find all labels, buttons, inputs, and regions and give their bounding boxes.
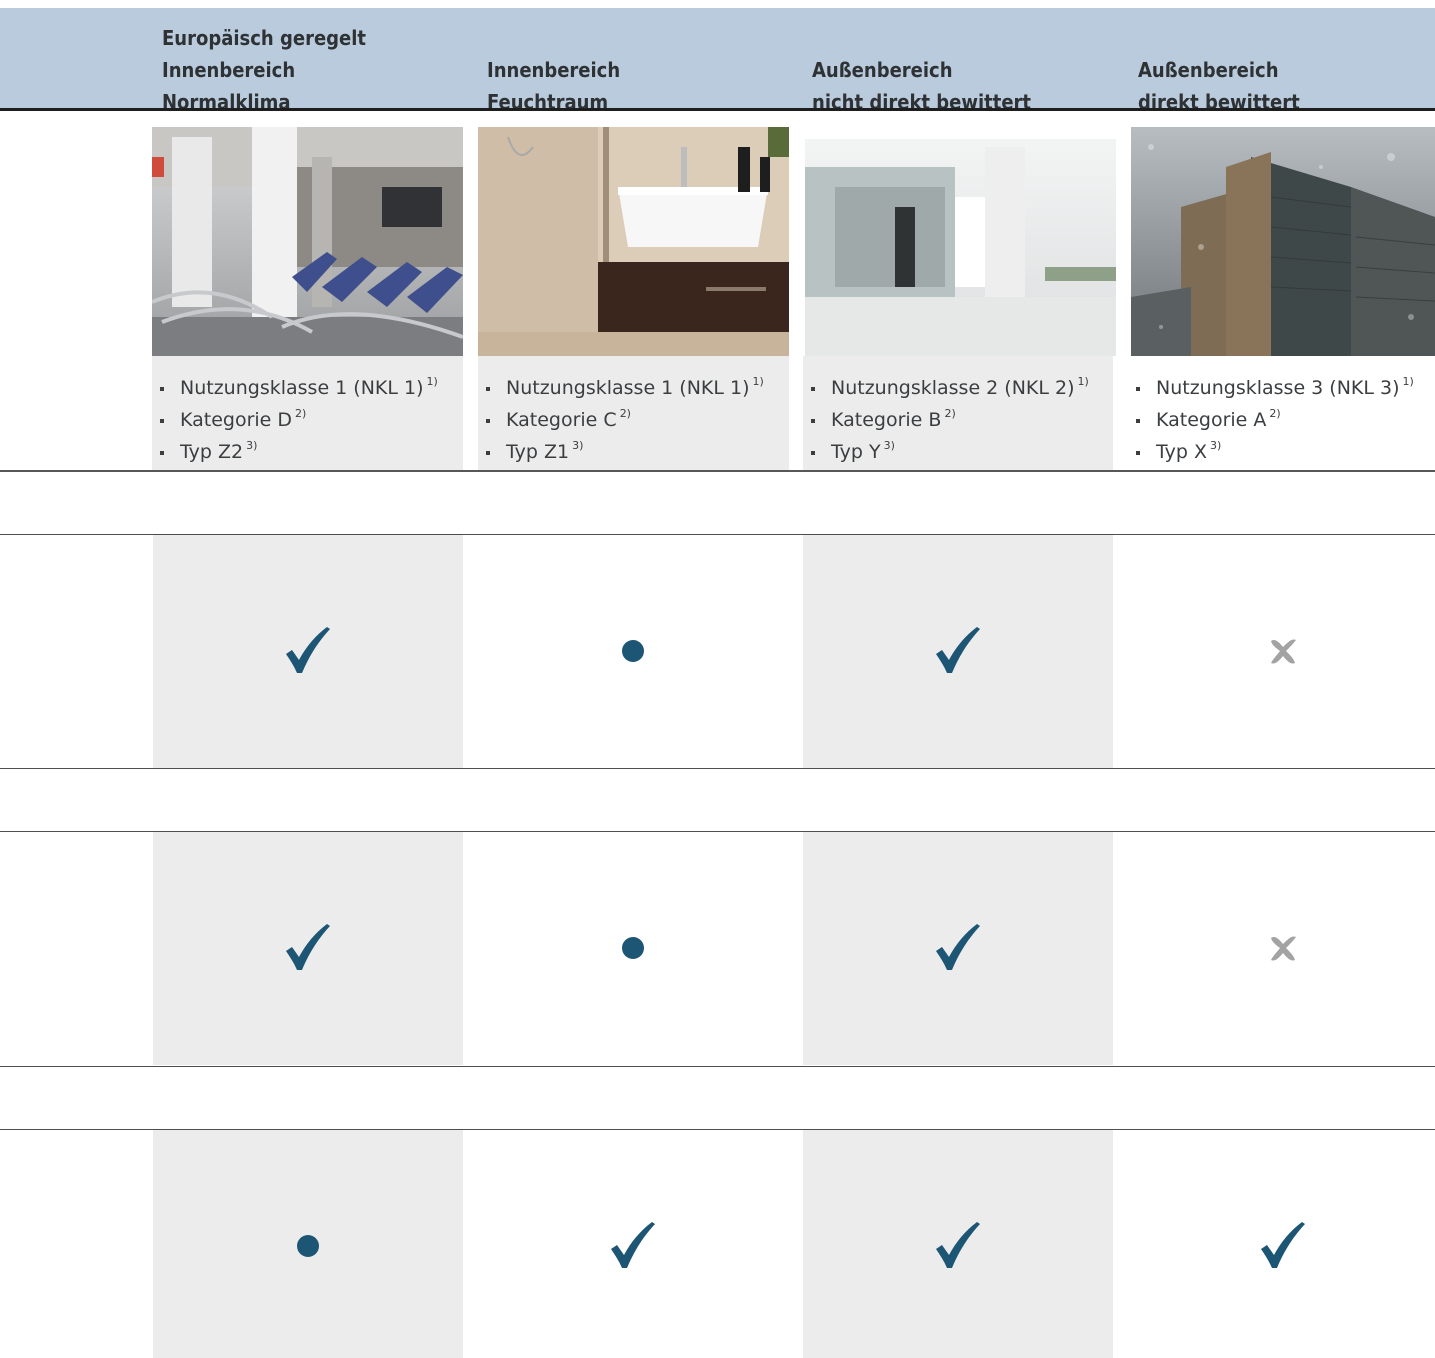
info-rule: [0, 470, 1435, 472]
header-col-1-line-2: Innenbereich: [162, 58, 296, 82]
check-icon: [1261, 1222, 1305, 1268]
list-item: Typ Y 3): [803, 436, 1113, 468]
list-item: Nutzungsklasse 1 (NKL 1) 1): [478, 372, 789, 404]
row-divider: [0, 768, 1435, 769]
bullet-icon: [1136, 419, 1140, 423]
check-icon: [936, 627, 980, 673]
info-box-col-3: Nutzungsklasse 2 (NKL 2) 1) Kategorie B 2)…: [803, 356, 1113, 470]
atrium-photo: [805, 127, 1116, 356]
bullet-list: Nutzungsklasse 1 (NKL 1) 1) Kategorie D 2)…: [152, 356, 463, 468]
header-col-3-line-2: nicht direkt bewittert: [812, 90, 1032, 114]
bullet-icon: [160, 419, 164, 423]
list-item: Kategorie D 2): [152, 404, 463, 436]
waiting-hall-photo: [152, 127, 463, 356]
header-col-1: Europäisch geregelt Innenbereich Normalk…: [162, 22, 366, 118]
list-item: Typ Z2 3): [152, 436, 463, 468]
list-item: Typ Z1 3): [478, 436, 789, 468]
check-icon: [286, 924, 330, 970]
info-box-col-1: Nutzungsklasse 1 (NKL 1) 1) Kategorie D 2)…: [152, 356, 463, 470]
list-item: Kategorie C 2): [478, 404, 789, 436]
bathroom-photo: [478, 127, 789, 356]
bullet-icon: [811, 387, 815, 391]
dot-icon: [297, 1235, 319, 1257]
header-col-1-line-3: Normalklima: [162, 90, 291, 114]
check-icon: [936, 924, 980, 970]
list-item: Nutzungsklasse 3 (NKL 3) 1): [1128, 372, 1435, 404]
bullet-icon: [160, 387, 164, 391]
row-divider: [0, 1066, 1435, 1067]
building-in-rain-photo: [1131, 127, 1435, 356]
bullet-icon: [1136, 451, 1140, 455]
header-col-1-line-1: Europäisch geregelt: [162, 26, 367, 50]
bullet-icon: [160, 451, 164, 455]
header-col-4-line-1: Außenbereich: [1138, 58, 1279, 82]
bullet-icon: [811, 451, 815, 455]
header-col-2-line-1: Innenbereich: [487, 58, 621, 82]
header-col-3-line-1: Außenbereich: [812, 58, 953, 82]
info-box-col-4: Nutzungsklasse 3 (NKL 3) 1) Kategorie A 2)…: [1128, 356, 1435, 470]
bullet-list: Nutzungsklasse 2 (NKL 2) 1) Kategorie B 2)…: [803, 356, 1113, 468]
list-item: Nutzungsklasse 1 (NKL 1) 1): [152, 372, 463, 404]
bullet-icon: [486, 451, 490, 455]
table-header: Europäisch geregelt Innenbereich Normalk…: [0, 8, 1435, 114]
check-icon: [611, 1222, 655, 1268]
bullet-icon: [486, 419, 490, 423]
bullet-icon: [1136, 387, 1140, 391]
check-icon: [286, 627, 330, 673]
dot-icon: [622, 640, 644, 662]
bullet-list: Nutzungsklasse 3 (NKL 3) 1) Kategorie A 2)…: [1128, 356, 1435, 468]
dot-icon: [622, 937, 644, 959]
list-item: Nutzungsklasse 2 (NKL 2) 1): [803, 372, 1113, 404]
header-col-2-line-2: Feuchtraum: [487, 90, 609, 114]
cross-icon: [1271, 936, 1296, 961]
header-col-4-line-2: direkt bewittert: [1138, 90, 1300, 114]
bullet-list: Nutzungsklasse 1 (NKL 1) 1) Kategorie C 2)…: [478, 356, 789, 468]
check-icon: [936, 1222, 980, 1268]
list-item: Kategorie A 2): [1128, 404, 1435, 436]
info-box-col-2: Nutzungsklasse 1 (NKL 1) 1) Kategorie C 2)…: [478, 356, 789, 470]
bullet-icon: [486, 387, 490, 391]
bullet-icon: [811, 419, 815, 423]
header-rule: [0, 108, 1435, 111]
cross-icon: [1271, 639, 1296, 664]
list-item: Typ X 3): [1128, 436, 1435, 468]
list-item: Kategorie B 2): [803, 404, 1113, 436]
